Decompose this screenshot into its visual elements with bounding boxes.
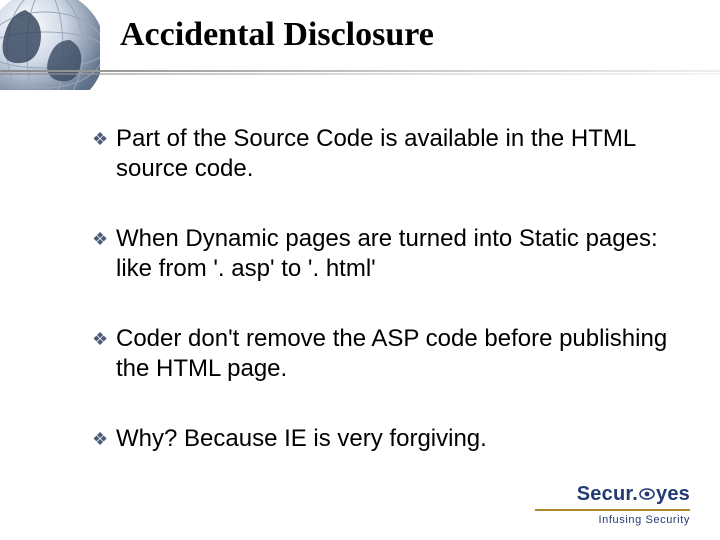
globe-icon xyxy=(0,0,100,90)
bullet-text: Coder don't remove the ASP code before p… xyxy=(116,325,667,382)
slide: Accidental Disclosure ❖ Part of the Sour… xyxy=(0,0,720,540)
bullet-list: ❖ Part of the Source Code is available i… xyxy=(52,124,680,494)
list-item: ❖ Coder don't remove the ASP code before… xyxy=(92,324,680,384)
list-item: ❖ Why? Because IE is very forgiving. xyxy=(92,424,680,454)
globe-graphic xyxy=(0,0,100,90)
bullet-text: Part of the Source Code is available in … xyxy=(116,125,635,182)
footer-logo: Secur.yes Infusing Security xyxy=(535,483,690,526)
logo-brand: Secur.yes xyxy=(535,483,690,506)
list-item: ❖ When Dynamic pages are turned into Sta… xyxy=(92,224,680,284)
diamond-bullet-icon: ❖ xyxy=(92,128,108,151)
logo-divider xyxy=(535,509,690,511)
diamond-bullet-icon: ❖ xyxy=(92,428,108,451)
slide-title: Accidental Disclosure xyxy=(120,16,434,54)
list-item: ❖ Part of the Source Code is available i… xyxy=(92,124,680,184)
title-divider xyxy=(0,70,720,74)
eye-icon xyxy=(639,483,655,506)
logo-tagline: Infusing Security xyxy=(535,514,690,526)
diamond-bullet-icon: ❖ xyxy=(92,228,108,251)
bullet-text: When Dynamic pages are turned into Stati… xyxy=(116,225,658,282)
bullet-text: Why? Because IE is very forgiving. xyxy=(116,425,487,452)
diamond-bullet-icon: ❖ xyxy=(92,328,108,351)
